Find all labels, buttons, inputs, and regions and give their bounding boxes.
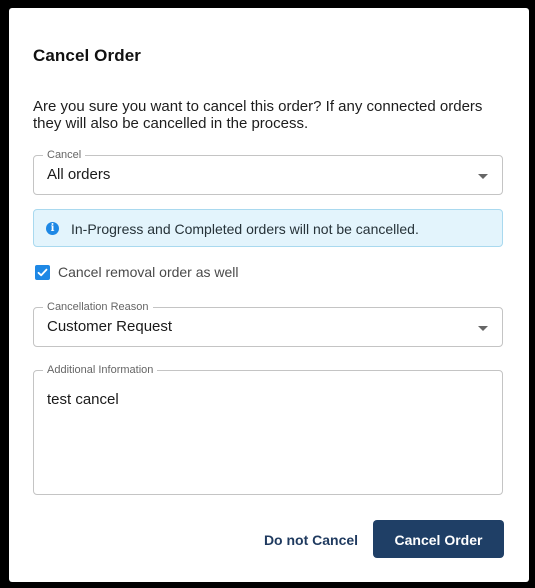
cancel-removal-checkbox[interactable] <box>35 265 50 280</box>
cancel-order-dialog: Cancel Order Are you sure you want to ca… <box>9 8 529 582</box>
chevron-down-icon <box>478 174 488 179</box>
additional-information-value: test cancel <box>47 391 119 408</box>
cancel-select[interactable]: Cancel All orders <box>33 148 503 195</box>
additional-information-label: Additional Information <box>43 363 158 377</box>
cancel-order-button[interactable]: Cancel Order <box>373 520 504 558</box>
additional-information-textarea[interactable]: Additional Information test cancel <box>33 363 503 495</box>
cancellation-reason-value: Customer Request <box>47 318 173 335</box>
info-alert: i In-Progress and Completed orders will … <box>33 209 503 247</box>
cancellation-reason-select[interactable]: Cancellation Reason Customer Request <box>33 300 503 347</box>
do-not-cancel-button[interactable]: Do not Cancel <box>251 520 371 558</box>
check-icon <box>37 268 48 277</box>
cancel-select-label: Cancel <box>43 148 86 162</box>
cancellation-reason-label: Cancellation Reason <box>43 300 153 314</box>
chevron-down-icon <box>478 326 488 331</box>
cancel-removal-checkbox-label: Cancel removal order as well <box>58 264 239 280</box>
dialog-prompt: Are you sure you want to cancel this ord… <box>33 98 483 132</box>
cancel-select-value: All orders <box>47 166 111 183</box>
info-icon: i <box>46 222 59 235</box>
info-alert-text: In-Progress and Completed orders will no… <box>71 221 419 237</box>
dialog-title: Cancel Order <box>33 46 141 65</box>
